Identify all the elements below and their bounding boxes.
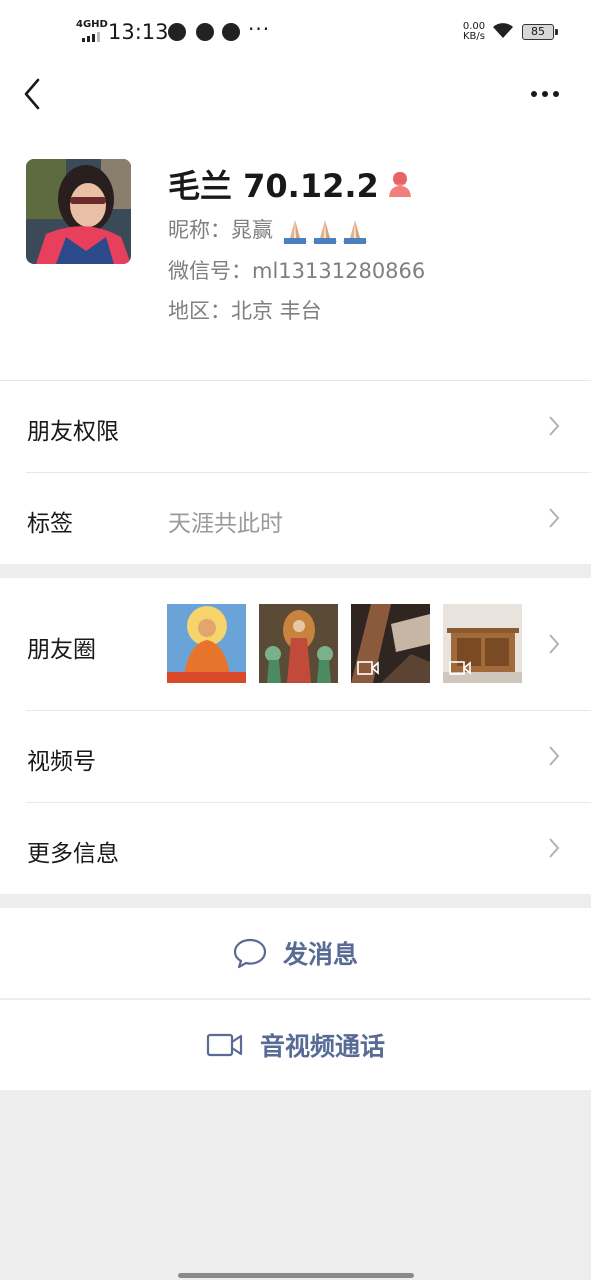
music-icon [222, 23, 240, 41]
tags-row[interactable]: 标签 天涯共此时 [0, 472, 591, 564]
avatar[interactable] [26, 159, 131, 264]
divider [26, 710, 591, 711]
network-type: 4GHD [76, 19, 108, 30]
more-info-row[interactable]: 更多信息 [0, 802, 591, 894]
divider [26, 802, 591, 803]
nickname-text: 昵称：晁赢 [168, 218, 273, 242]
video-camera-icon [206, 1033, 243, 1057]
tags-label: 标签 [27, 511, 73, 537]
praying-hands-icon [341, 220, 368, 244]
profile-header: 毛兰 70.12.2 昵称：晁赢 微信号：ml13131280866 地区：北京… [0, 124, 591, 380]
tags-value: 天涯共此时 [168, 511, 283, 537]
clock: 13:13 [108, 20, 169, 44]
moments-label: 朋友圈 [27, 637, 96, 663]
chevron-right-icon [549, 838, 560, 858]
home-indicator[interactable] [178, 1273, 414, 1278]
nickname-line: 昵称：晁赢 [168, 216, 370, 244]
network-speed: 0.00 KB/s [462, 21, 486, 42]
female-gender-icon [388, 172, 411, 197]
moments-row[interactable]: 朋友圈 [0, 578, 591, 710]
region: 地区：北京 丰台 [168, 299, 322, 323]
battery-icon: 85 [522, 24, 558, 40]
wechat-id: 微信号：ml13131280866 [168, 259, 426, 283]
more-options-icon[interactable] [526, 82, 566, 106]
video-icon [357, 661, 379, 675]
divider [0, 380, 591, 381]
send-message-button[interactable]: 发消息 [0, 908, 591, 998]
praying-hands-icon [281, 220, 308, 244]
name-row: 毛兰 70.12.2 [168, 164, 413, 205]
more-notifications-icon: ··· [248, 17, 271, 41]
video-icon [449, 661, 471, 675]
channels-label: 视频号 [27, 749, 96, 775]
friend-permissions-label: 朋友权限 [27, 419, 119, 445]
divider [26, 472, 591, 473]
signal-icon [82, 32, 100, 42]
moments-thumbnail [167, 604, 246, 683]
status-bar: 4GHD 13:13 ··· 0.00 KB/s 85 [0, 0, 591, 64]
more-info-label: 更多信息 [27, 841, 119, 867]
chevron-right-icon [549, 746, 560, 766]
video-call-label: 音视频通话 [259, 1032, 385, 1061]
compass-icon [168, 23, 186, 41]
chevron-right-icon [549, 508, 560, 528]
back-icon[interactable] [18, 76, 54, 112]
chevron-right-icon [549, 634, 560, 654]
nav-bar [0, 64, 591, 124]
send-message-label: 发消息 [282, 940, 358, 969]
chat-bubble-icon [233, 938, 267, 969]
praying-hands-icon [311, 220, 338, 244]
chevron-right-icon [549, 416, 560, 436]
friend-permissions-row[interactable]: 朋友权限 [0, 380, 591, 472]
video-call-button[interactable]: 音视频通话 [0, 1000, 591, 1090]
moments-thumbnail [259, 604, 338, 683]
channels-row[interactable]: 视频号 [0, 710, 591, 802]
moments-thumbnail [351, 604, 430, 683]
wifi-icon [493, 23, 513, 38]
contact-name: 毛兰 70.12.2 [168, 167, 379, 205]
compass-icon [196, 23, 214, 41]
moments-thumbnail [443, 604, 522, 683]
